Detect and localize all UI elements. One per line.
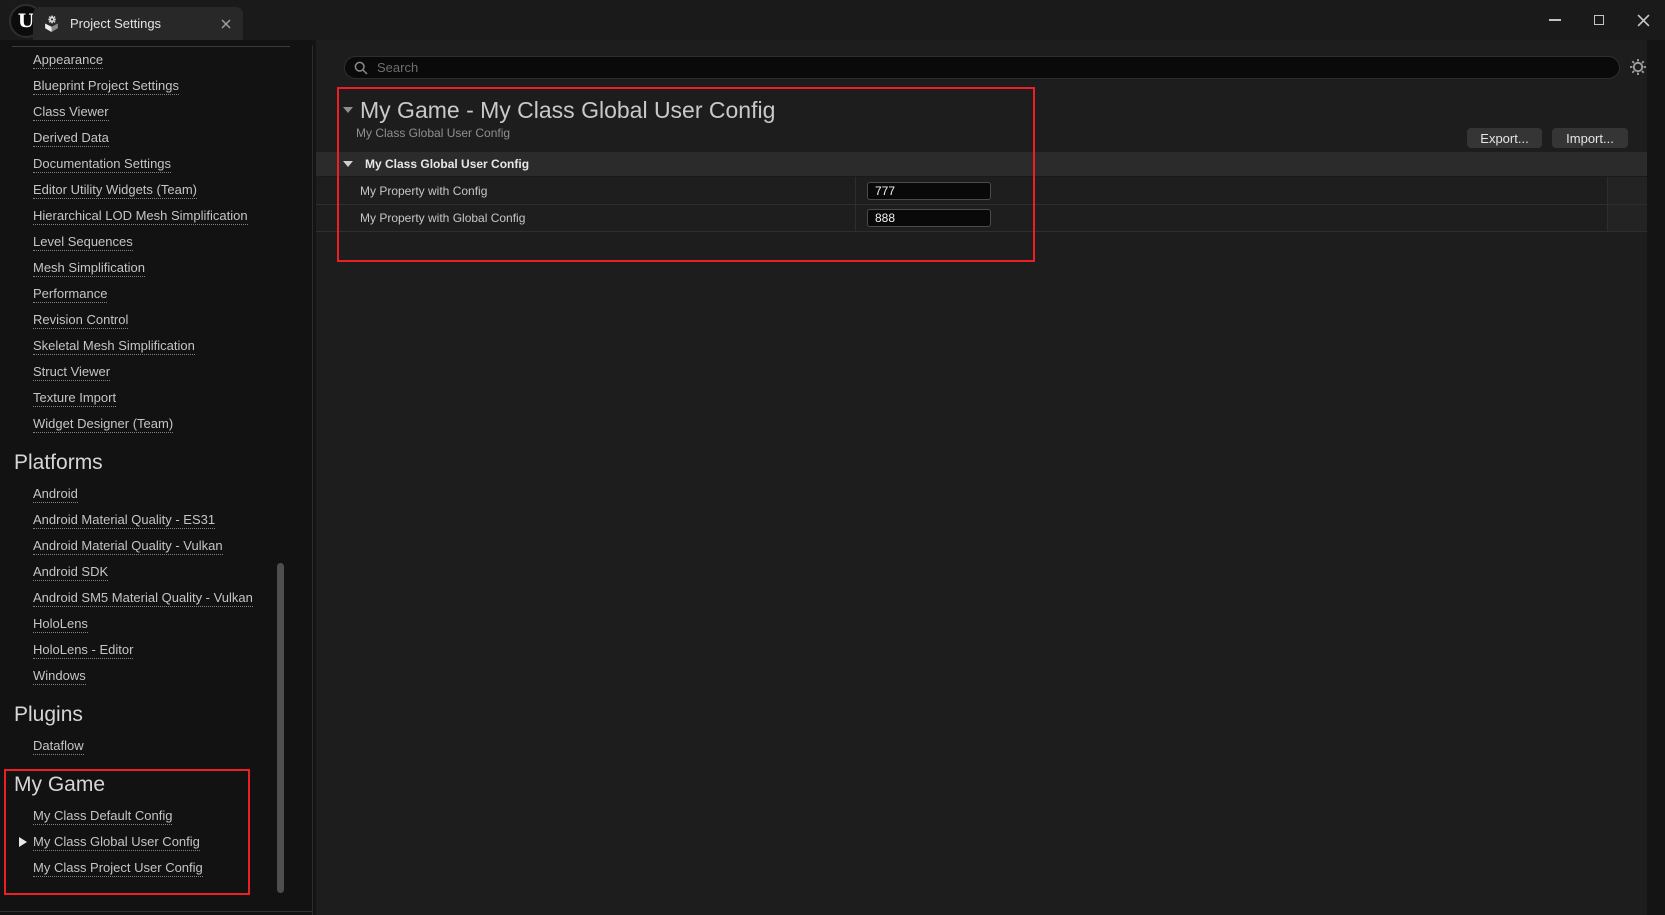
settings-nav: Appearance Blueprint Project Settings Cl… <box>0 47 312 881</box>
sidebar-item-windows[interactable]: Windows <box>0 663 312 689</box>
sidebar-item-level-sequences[interactable]: Level Sequences <box>0 229 312 255</box>
sidebar-item-label: Windows <box>33 668 86 685</box>
sidebar-heading-platforms: Platforms <box>0 445 312 481</box>
sidebar-item-android-sdk[interactable]: Android SDK <box>0 559 312 585</box>
sidebar-item-widget-designer[interactable]: Widget Designer (Team) <box>0 411 312 437</box>
sidebar-item-label: HoloLens - Editor <box>33 642 133 659</box>
sidebar-item-hololens[interactable]: HoloLens <box>0 611 312 637</box>
sidebar-item-hierarchical-lod[interactable]: Hierarchical LOD Mesh Simplification <box>0 203 312 229</box>
sidebar-bottom-divider <box>0 911 312 912</box>
sidebar-item-label: Appearance <box>33 52 103 69</box>
section-collapse-icon[interactable] <box>343 107 353 113</box>
settings-sidebar: Appearance Blueprint Project Settings Cl… <box>0 40 312 915</box>
search-input[interactable] <box>375 59 1619 76</box>
property-row: My Property with Global Config <box>316 205 1647 232</box>
sidebar-item-blueprint-project-settings[interactable]: Blueprint Project Settings <box>0 73 312 99</box>
sidebar-item-android-sm5-mq-vulkan[interactable]: Android SM5 Material Quality - Vulkan <box>0 585 312 611</box>
sidebar-item-android-mq-vulkan[interactable]: Android Material Quality - Vulkan <box>0 533 312 559</box>
sidebar-item-my-class-project-user-config[interactable]: My Class Project User Config <box>0 855 312 881</box>
sidebar-item-label: Performance <box>33 286 107 303</box>
row-right-cell <box>1607 205 1647 231</box>
sidebar-item-label: Class Viewer <box>33 104 109 121</box>
maximize-button[interactable] <box>1577 0 1621 40</box>
sidebar-item-struct-viewer[interactable]: Struct Viewer <box>0 359 312 385</box>
minimize-icon <box>1549 19 1561 21</box>
maximize-icon <box>1594 15 1604 25</box>
page-title: My Game - My Class Global User Config <box>360 97 775 123</box>
title-bar: U Project Settings <box>0 0 1665 40</box>
property-row: My Property with Config <box>316 177 1647 205</box>
sidebar-heading-my-game: My Game <box>0 767 312 803</box>
sidebar-item-label: Revision Control <box>33 312 128 329</box>
minimize-button[interactable] <box>1533 0 1577 40</box>
search-icon <box>354 61 368 75</box>
sidebar-item-class-viewer[interactable]: Class Viewer <box>0 99 312 125</box>
sidebar-item-mesh-simplification[interactable]: Mesh Simplification <box>0 255 312 281</box>
sidebar-item-label: Android Material Quality - Vulkan <box>33 538 223 555</box>
panel-splitter[interactable] <box>312 46 313 915</box>
property-value-input[interactable] <box>867 182 991 200</box>
sidebar-item-revision-control[interactable]: Revision Control <box>0 307 312 333</box>
sidebar-scrollbar-thumb[interactable] <box>277 563 284 893</box>
sidebar-item-derived-data[interactable]: Derived Data <box>0 125 312 151</box>
project-settings-icon <box>43 15 60 32</box>
sidebar-item-texture-import[interactable]: Texture Import <box>0 385 312 411</box>
sidebar-item-documentation-settings[interactable]: Documentation Settings <box>0 151 312 177</box>
sidebar-item-label: Widget Designer (Team) <box>33 416 173 433</box>
sidebar-item-my-class-global-user-config[interactable]: My Class Global User Config <box>0 829 312 855</box>
tab-close-icon[interactable] <box>221 19 231 29</box>
sidebar-item-label: HoloLens <box>33 616 88 633</box>
property-label: My Property with Global Config <box>316 205 856 231</box>
sidebar-item-hololens-editor[interactable]: HoloLens - Editor <box>0 637 312 663</box>
selected-item-arrow-icon <box>19 837 27 847</box>
sidebar-item-label: Blueprint Project Settings <box>33 78 179 95</box>
settings-detail-panel: My Game - My Class Global User Config My… <box>316 40 1647 915</box>
sidebar-item-skeletal-mesh-simplification[interactable]: Skeletal Mesh Simplification <box>0 333 312 359</box>
sidebar-item-my-class-default-config[interactable]: My Class Default Config <box>0 803 312 829</box>
sidebar-item-appearance[interactable]: Appearance <box>0 47 312 73</box>
close-icon <box>1637 14 1650 27</box>
sidebar-item-label: Derived Data <box>33 130 109 147</box>
project-settings-window: { "window": { "tab_title": "Project Sett… <box>0 0 1665 915</box>
sidebar-item-label: My Class Project User Config <box>33 860 203 877</box>
sidebar-item-label: Android <box>33 486 78 503</box>
gear-icon <box>1629 58 1647 76</box>
sidebar-item-label: My Class Default Config <box>33 808 172 825</box>
sidebar-item-label: Dataflow <box>33 738 84 755</box>
sidebar-item-editor-utility-widgets[interactable]: Editor Utility Widgets (Team) <box>0 177 312 203</box>
sidebar-item-label: Level Sequences <box>33 234 133 251</box>
sidebar-item-label: Skeletal Mesh Simplification <box>33 338 195 355</box>
sidebar-item-label: Mesh Simplification <box>33 260 145 277</box>
tab-title: Project Settings <box>70 16 161 31</box>
sidebar-item-label: Texture Import <box>33 390 116 407</box>
category-header-label: My Class Global User Config <box>365 157 529 171</box>
search-bar[interactable] <box>344 56 1620 79</box>
import-button[interactable]: Import... <box>1552 128 1628 148</box>
sidebar-item-android-mq-es31[interactable]: Android Material Quality - ES31 <box>0 507 312 533</box>
property-label: My Property with Config <box>316 177 856 204</box>
window-controls <box>1533 0 1665 40</box>
sidebar-item-label: Android SDK <box>33 564 108 581</box>
sidebar-item-performance[interactable]: Performance <box>0 281 312 307</box>
settings-gear-button[interactable] <box>1628 57 1648 77</box>
sidebar-heading-plugins: Plugins <box>0 697 312 733</box>
sidebar-item-android[interactable]: Android <box>0 481 312 507</box>
sidebar-item-label: Android Material Quality - ES31 <box>33 512 215 529</box>
row-right-cell <box>1607 177 1647 204</box>
close-button[interactable] <box>1621 0 1665 40</box>
sidebar-item-label: My Class Global User Config <box>33 834 200 851</box>
page-subtitle: My Class Global User Config <box>356 126 510 140</box>
tab-project-settings[interactable]: Project Settings <box>33 7 243 40</box>
category-collapse-icon[interactable] <box>343 161 353 167</box>
export-button[interactable]: Export... <box>1467 128 1542 148</box>
sidebar-item-label: Struct Viewer <box>33 364 110 381</box>
sidebar-item-label: Hierarchical LOD Mesh Simplification <box>33 208 248 225</box>
sidebar-item-label: Documentation Settings <box>33 156 171 173</box>
sidebar-item-dataflow[interactable]: Dataflow <box>0 733 312 759</box>
category-header[interactable]: My Class Global User Config <box>316 152 1647 177</box>
sidebar-item-label: Android SM5 Material Quality - Vulkan <box>33 590 253 607</box>
sidebar-item-label: Editor Utility Widgets (Team) <box>33 182 197 199</box>
property-value-input[interactable] <box>867 209 991 227</box>
